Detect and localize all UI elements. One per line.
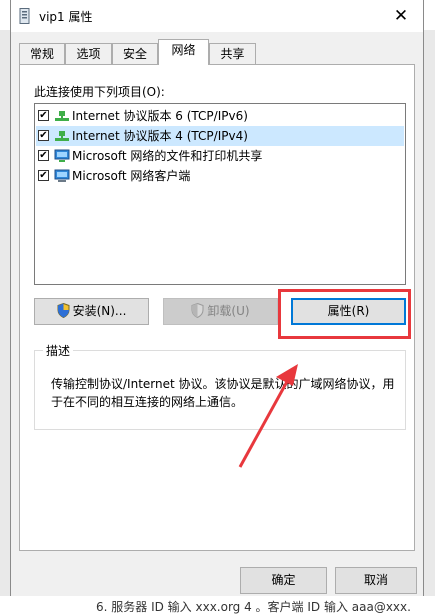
uac-shield-icon [57,302,70,318]
cancel-label: 取消 [363,573,388,587]
install-label: 安装(N)... [72,304,127,318]
background-page-left [0,30,10,614]
background-footer: 6. 服务器 ID 输入 xxx.org 4 。客户端 ID 输入 aaa@xx… [0,596,435,614]
checkbox-file-sharing[interactable]: ✔ [38,150,49,161]
background-page-right [424,30,435,614]
uninstall-label: 卸载(U) [207,304,250,318]
ok-button[interactable]: 确定 [240,567,327,594]
list-item-label: Internet 协议版本 4 (TCP/IPv4) [72,129,248,143]
install-button[interactable]: 安装(N)... [34,298,149,325]
checkbox-ipv4[interactable]: ✔ [38,130,49,141]
tab-sharing[interactable]: 共享 [209,43,256,64]
connection-icon [19,8,30,24]
background-footer-text: 6. 服务器 ID 输入 xxx.org 4 。客户端 ID 输入 aaa@xx… [96,600,411,614]
uac-shield-icon [191,302,204,318]
tab-security[interactable]: 安全 [112,43,158,64]
description-text: 传输控制协议/Internet 协议。该协议是默认的广域网络协议，用于在不同的相… [51,377,395,409]
list-item-label: Microsoft 网络客户端 [72,169,191,183]
network-protocol-icon [55,111,69,121]
list-item-file-sharing[interactable]: ✔ Microsoft 网络的文件和打印机共享 [36,146,404,166]
network-service-icon [54,149,70,162]
list-item-label: Internet 协议版本 6 (TCP/IPv6) [72,109,248,123]
uninstall-button[interactable]: 卸载(U) [163,298,278,325]
list-item-ipv6[interactable]: ✔ Internet 协议版本 6 (TCP/IPv6) [36,106,404,126]
title-bar: vip1 属性 ✕ [11,0,423,32]
network-client-icon [54,169,70,182]
window-title: vip1 属性 [39,10,93,24]
network-protocol-icon [55,131,69,141]
checkbox-client[interactable]: ✔ [38,170,49,181]
annotation-highlight-box [278,289,411,339]
tab-general[interactable]: 常规 [19,43,65,64]
list-item-client[interactable]: ✔ Microsoft 网络客户端 [36,166,404,186]
close-button[interactable]: ✕ [379,0,423,32]
items-list-label: 此连接使用下列项目(O): [34,85,165,99]
description-group: 描述 传输控制协议/Internet 协议。该协议是默认的广域网络协议，用于在不… [34,342,406,430]
close-icon: ✕ [393,6,409,26]
ok-label: 确定 [271,573,296,587]
cancel-button[interactable]: 取消 [335,567,417,594]
description-title: 描述 [43,342,74,359]
items-listbox[interactable]: ✔ Internet 协议版本 6 (TCP/IPv6) ✔ Internet … [34,103,406,285]
tab-options[interactable]: 选项 [65,43,112,64]
list-item-label: Microsoft 网络的文件和打印机共享 [72,149,263,163]
checkbox-ipv6[interactable]: ✔ [38,110,49,121]
tab-networking[interactable]: 网络 [158,39,209,65]
list-item-ipv4[interactable]: ✔ Internet 协议版本 4 (TCP/IPv4) [36,126,404,146]
